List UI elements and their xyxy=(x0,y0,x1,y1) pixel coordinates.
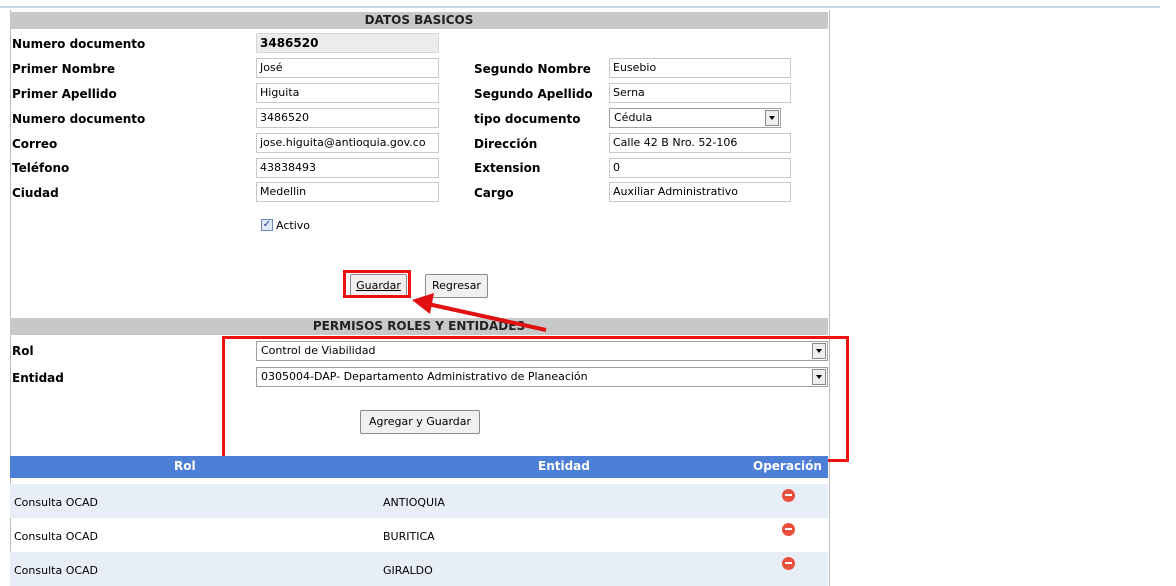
table-row: Consulta OCAD GIRALDO xyxy=(10,552,828,586)
col-header-operacion: Operación xyxy=(753,459,822,473)
cell-entidad: BURITICA xyxy=(383,530,435,543)
table-row: Consulta OCAD ANTIOQUIA xyxy=(10,484,828,518)
table-row: Consulta OCAD BURITICA xyxy=(10,518,828,552)
col-header-rol: Rol xyxy=(174,459,196,473)
col-header-entidad: Entidad xyxy=(538,459,590,473)
table-header: Rol Entidad Operación xyxy=(10,456,828,478)
cell-rol: Consulta OCAD xyxy=(14,564,99,577)
cell-entidad: GIRALDO xyxy=(383,564,433,577)
cell-rol: Consulta OCAD xyxy=(14,496,99,509)
remove-icon[interactable] xyxy=(782,557,795,570)
cell-rol: Consulta OCAD xyxy=(14,530,99,543)
remove-icon[interactable] xyxy=(782,523,795,536)
remove-icon[interactable] xyxy=(782,489,795,502)
cell-entidad: ANTIOQUIA xyxy=(383,496,445,509)
